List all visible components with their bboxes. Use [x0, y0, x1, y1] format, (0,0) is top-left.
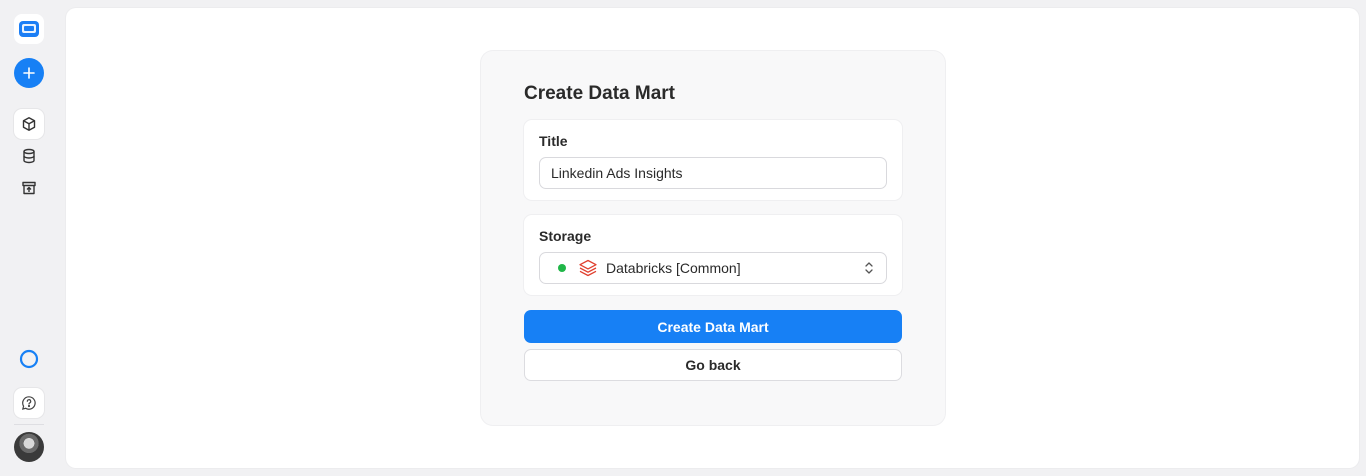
avatar[interactable] — [14, 432, 44, 462]
cube-icon — [22, 117, 36, 131]
database-icon — [23, 148, 35, 164]
title-label: Title — [539, 133, 568, 149]
title-input-value: Linkedin Ads Insights — [551, 165, 683, 181]
chevron-up-down-icon — [865, 262, 873, 274]
status-dot-icon — [558, 264, 566, 272]
storefront-icon — [22, 181, 36, 195]
main-panel: Create Data Mart Title Linkedin Ads Insi… — [66, 8, 1359, 468]
title-field-group: Title Linkedin Ads Insights — [524, 120, 902, 200]
help-button[interactable] — [14, 388, 44, 418]
storage-select[interactable]: Databricks [Common] — [539, 252, 887, 284]
nav-storages[interactable] — [14, 141, 44, 171]
page-title: Create Data Mart — [524, 83, 675, 104]
title-input[interactable]: Linkedin Ads Insights — [539, 157, 887, 189]
app-logo-icon — [14, 14, 44, 44]
add-button[interactable] — [14, 58, 44, 88]
storage-selected-value: Databricks [Common] — [606, 260, 741, 276]
create-data-mart-card: Create Data Mart Title Linkedin Ads Insi… — [481, 51, 945, 425]
status-ring[interactable] — [14, 344, 44, 374]
nav-data-marts[interactable] — [14, 109, 44, 139]
app-logo-button[interactable] — [14, 14, 44, 44]
plus-icon — [23, 67, 35, 79]
go-back-button[interactable]: Go back — [524, 349, 902, 381]
chat-help-icon — [21, 396, 36, 410]
sidebar — [0, 0, 58, 476]
create-data-mart-button[interactable]: Create Data Mart — [524, 310, 902, 343]
storage-label: Storage — [539, 228, 592, 244]
databricks-icon — [579, 259, 597, 277]
sidebar-divider — [14, 424, 44, 425]
nav-destinations[interactable] — [14, 173, 44, 203]
storage-field-group: Storage Databricks [Common] — [524, 215, 902, 295]
ring-icon — [19, 349, 39, 369]
